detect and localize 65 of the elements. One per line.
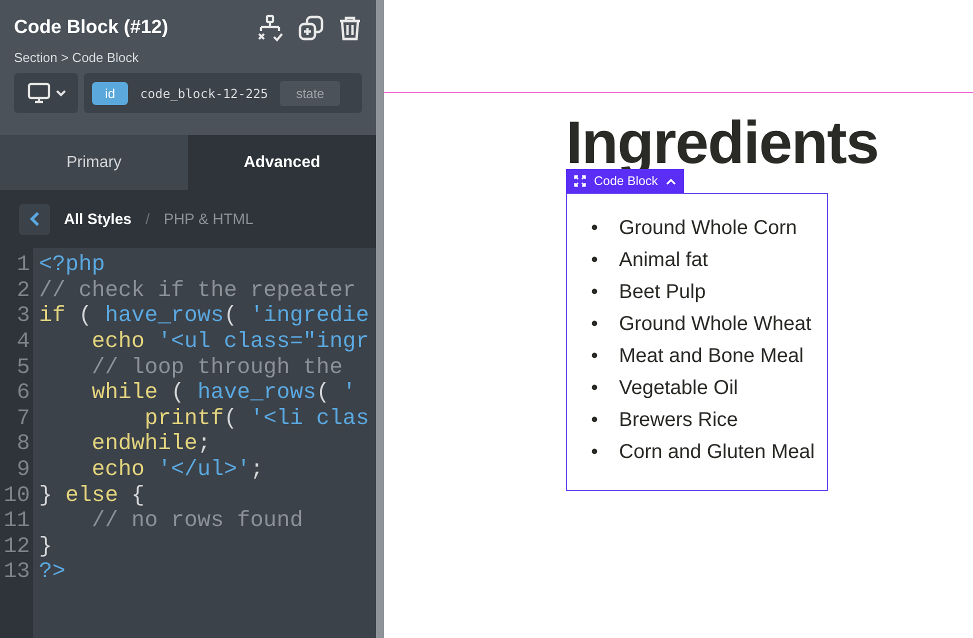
back-icon: [30, 211, 40, 227]
code-line: echo '</ul>';: [90, 457, 264, 482]
bullet: •: [591, 408, 600, 432]
bullet: •: [591, 280, 600, 304]
list-item: Brewers Rice: [619, 408, 738, 432]
selection-name: Code Block: [594, 174, 658, 188]
bullet: •: [591, 248, 600, 272]
bullet: •: [591, 376, 600, 400]
all-styles-link[interactable]: All Styles: [64, 210, 132, 228]
list-item: Ground Whole Wheat: [619, 312, 812, 336]
line-number: 8: [16, 431, 31, 456]
breadcrumb: Section > Code Block: [14, 50, 140, 65]
bullet: •: [591, 344, 600, 368]
line-number: 3: [16, 303, 31, 328]
code-line: }: [39, 534, 52, 559]
line-number: 13: [2, 559, 31, 584]
back-button[interactable]: [19, 204, 50, 234]
path-separator: /: [146, 210, 150, 228]
code-line: printf( '<li clas: [144, 406, 370, 431]
list-item: Ground Whole Corn: [619, 216, 797, 240]
expand-icon[interactable]: [574, 175, 586, 187]
selector-value: code_block-12-225: [140, 86, 268, 100]
device-dropdown[interactable]: [14, 73, 78, 113]
line-number: 5: [16, 354, 31, 380]
code-line: // loop through the: [90, 354, 343, 380]
line-number: 1: [16, 252, 31, 278]
page-heading: Ingredients: [566, 113, 880, 169]
list-item: Beet Pulp: [619, 280, 706, 304]
code-line: while ( have_rows( ': [90, 380, 356, 406]
line-number: 7: [16, 406, 31, 431]
monitor-icon: [26, 82, 50, 104]
code-line: if ( have_rows( 'ingredie: [39, 303, 370, 328]
code-line: // no rows found: [90, 508, 304, 534]
duplicate-icon[interactable]: [298, 15, 324, 41]
list-item: Corn and Gluten Meal: [619, 440, 815, 464]
line-number: 6: [16, 380, 31, 406]
code-line: echo '<ul class="ingr: [90, 329, 370, 354]
code-line: <?php: [39, 252, 106, 278]
panel-tab[interactable]: Primary: [0, 135, 188, 190]
element-title: Code Block (#12): [14, 17, 168, 39]
chevron-icon: [56, 90, 66, 96]
bullet: •: [591, 216, 600, 240]
code-line: } else {: [39, 482, 145, 508]
code-line: endwhile;: [90, 431, 211, 456]
line-number: 11: [2, 508, 31, 534]
list-item: Animal fat: [619, 248, 708, 272]
line-number: 4: [16, 329, 31, 354]
bullet: •: [591, 312, 600, 336]
list-item: Vegetable Oil: [619, 376, 738, 400]
caret-icon[interactable]: [666, 178, 676, 184]
line-number: 2: [16, 278, 31, 303]
code-line: // check if the repeater: [39, 278, 356, 303]
scrollbar[interactable]: [376, 0, 384, 638]
line-number: 9: [16, 457, 31, 482]
bullet: •: [591, 440, 600, 464]
section-label: PHP & HTML: [164, 210, 254, 228]
panel-tab[interactable]: Advanced: [188, 135, 376, 190]
code-block-frame[interactable]: • Ground Whole Corn • Animal fat • Beet Pulp • Ground Whole Wheat • Meat and Bone Meal • Vegetable Oil • Brewers Rice • Corn and Gluten Meal: [566, 193, 828, 491]
list-item: Meat and Bone Meal: [619, 344, 804, 368]
trash-icon[interactable]: [338, 15, 362, 41]
hierarchy-icon[interactable]: [256, 14, 284, 42]
code-line: ?>: [39, 559, 66, 584]
line-number: 10: [2, 482, 31, 508]
line-number: 12: [2, 534, 31, 559]
selection-label[interactable]: Code Block: [566, 169, 684, 193]
